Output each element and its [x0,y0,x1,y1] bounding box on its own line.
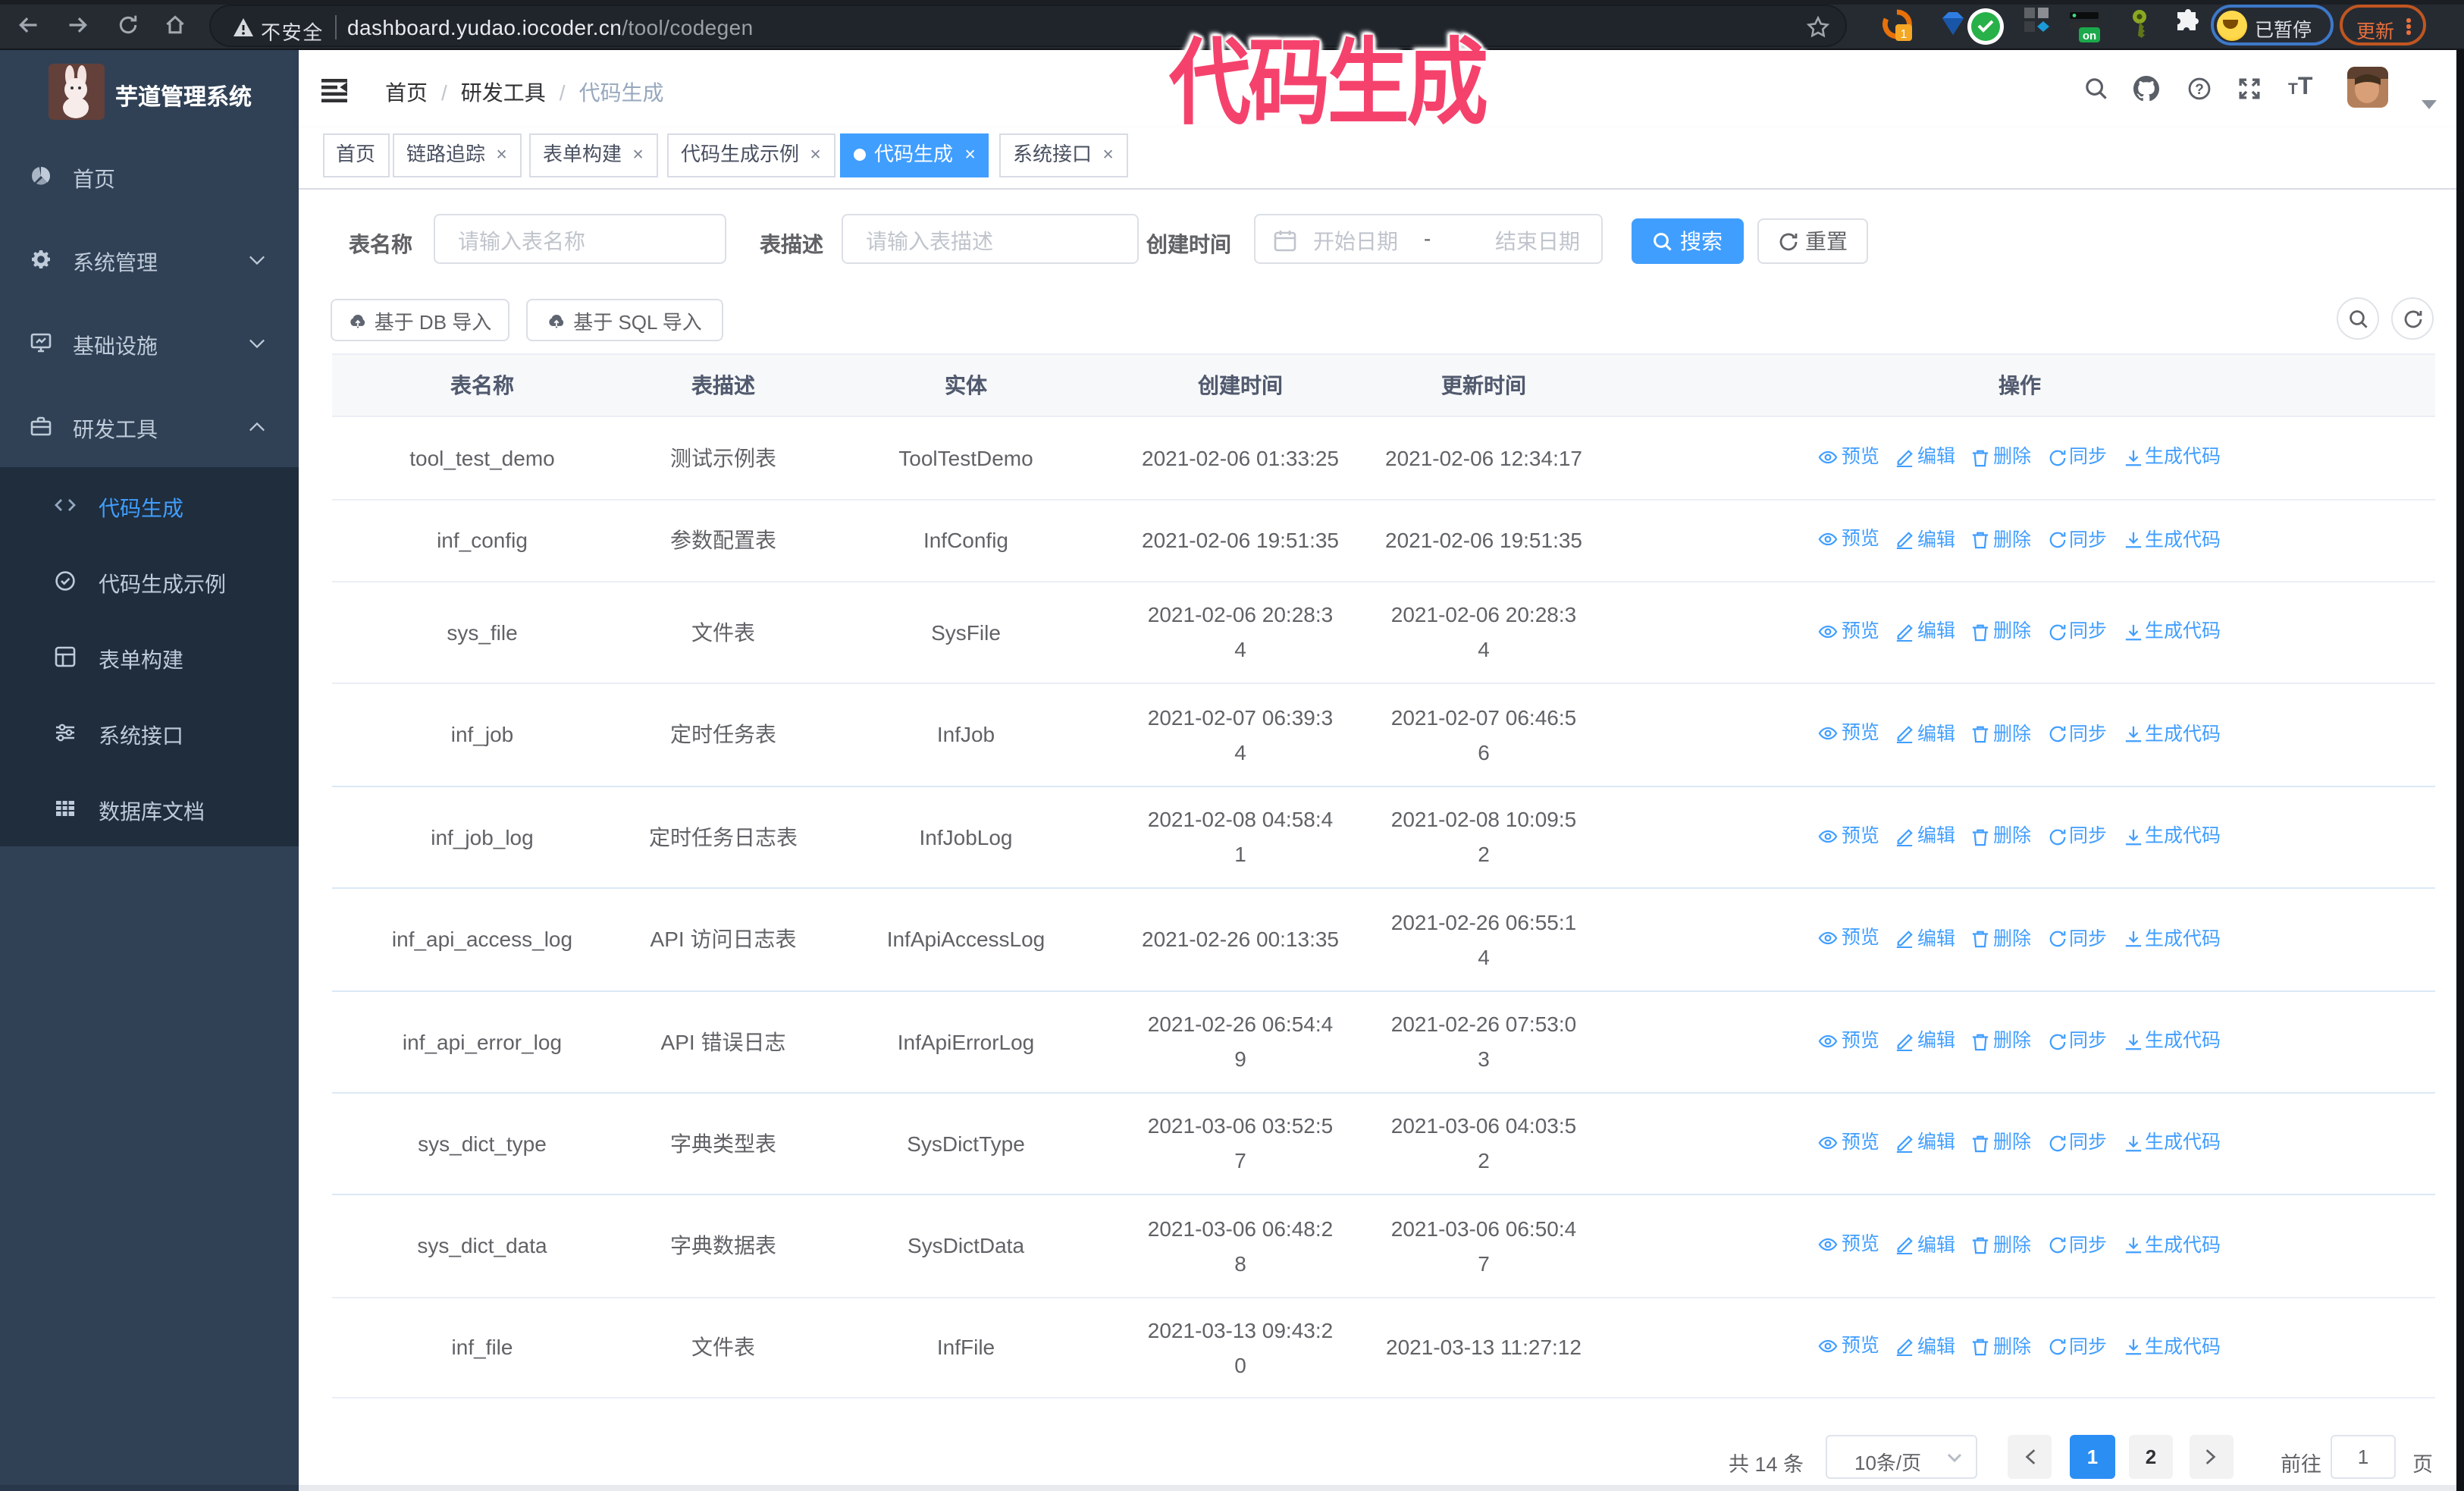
svg-text:?: ? [2195,82,2204,98]
svg-text:1: 1 [1901,28,1908,41]
svg-text:on: on [2083,30,2096,42]
